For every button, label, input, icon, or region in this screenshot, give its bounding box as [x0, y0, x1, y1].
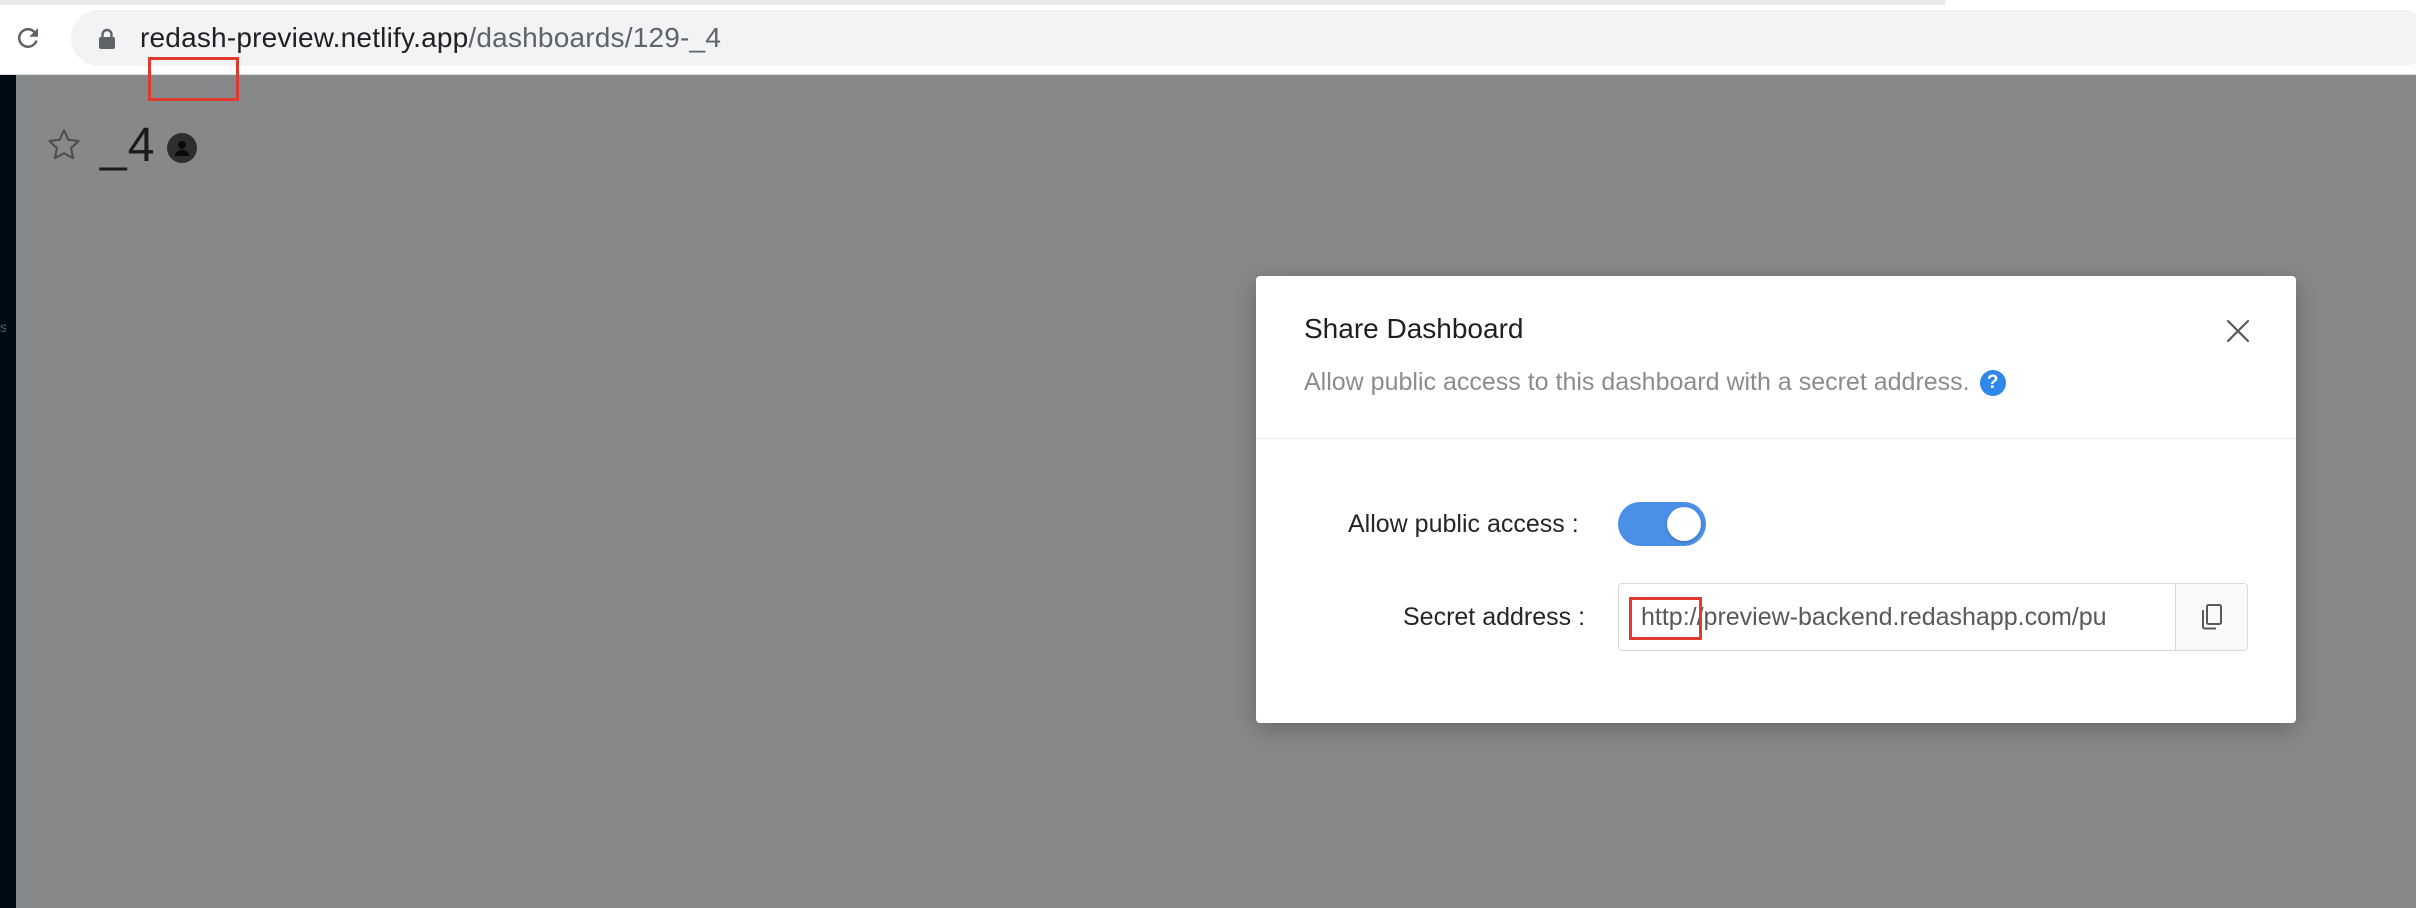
toggle-knob	[1667, 507, 1701, 541]
close-button[interactable]	[2220, 313, 2256, 349]
public-access-label-text: Allow public access	[1348, 510, 1565, 538]
url-path: /dashboards/129-_4	[468, 22, 722, 53]
browser-toolbar: redash-preview.netlify.app/dashboards/12…	[0, 0, 2416, 75]
reload-button[interactable]	[8, 20, 48, 56]
public-access-toggle[interactable]	[1618, 502, 1706, 546]
secret-address-label-text: Secret address	[1403, 603, 1572, 631]
url-host: redash-preview.netlify.app	[140, 22, 469, 53]
screen: redash-preview.netlify.app/dashboards/12…	[0, 0, 2416, 908]
divider	[1256, 438, 2296, 439]
url-text[interactable]: redash-preview.netlify.app/dashboards/12…	[140, 10, 721, 66]
help-icon[interactable]: ?	[1979, 369, 2006, 396]
label-colon: :	[1571, 603, 1586, 631]
secret-address-label: Secret address :	[1403, 603, 1585, 632]
label-colon: :	[1564, 510, 1579, 538]
copy-icon	[2201, 604, 2222, 630]
secret-address-group	[1618, 583, 2248, 651]
dialog-description: Allow public access to this dashboard wi…	[1304, 368, 2006, 397]
dialog-title: Share Dashboard	[1304, 313, 1524, 344]
close-icon	[2226, 319, 2250, 343]
share-dashboard-dialog: Share Dashboard Allow public access to t…	[1256, 276, 2296, 723]
public-access-label: Allow public access :	[1348, 510, 1579, 539]
loading-bar	[0, 0, 1945, 5]
lock-icon	[99, 28, 115, 49]
secret-address-input[interactable]	[1618, 583, 2176, 651]
address-bar[interactable]: redash-preview.netlify.app/dashboards/12…	[71, 10, 2416, 66]
dialog-description-text: Allow public access to this dashboard wi…	[1304, 368, 1970, 396]
copy-button[interactable]	[2176, 583, 2248, 651]
reload-icon	[17, 27, 38, 48]
